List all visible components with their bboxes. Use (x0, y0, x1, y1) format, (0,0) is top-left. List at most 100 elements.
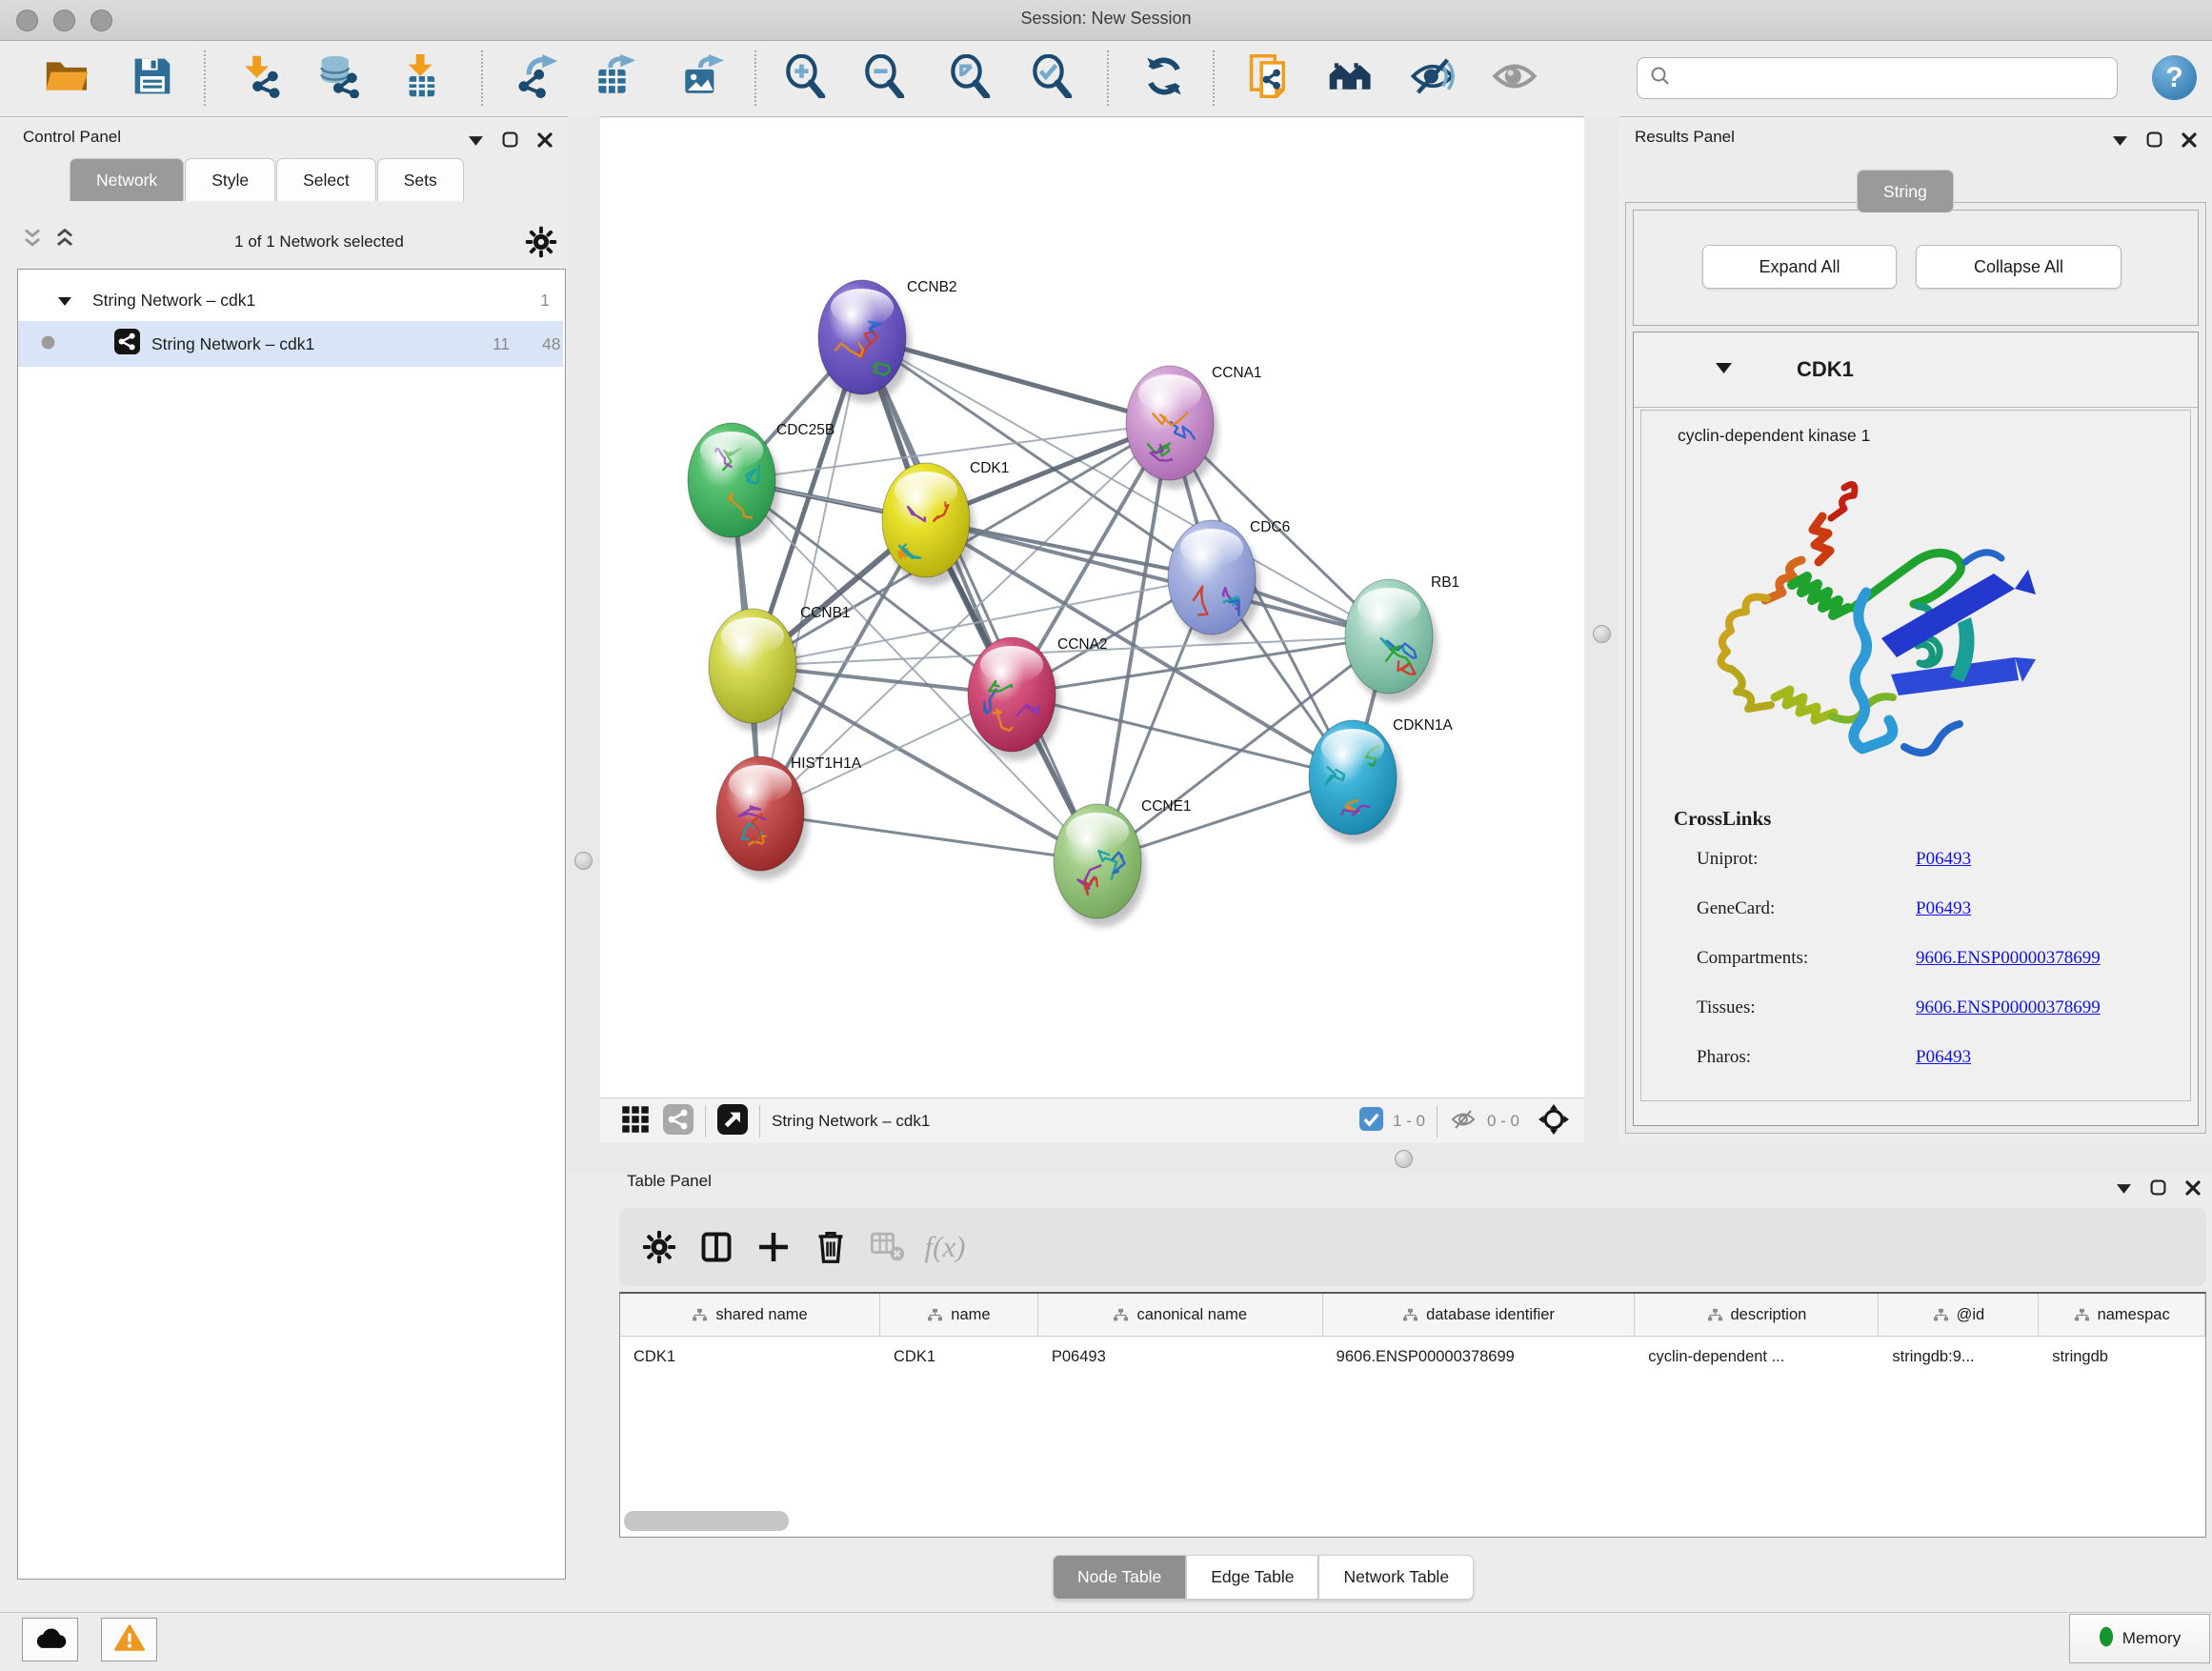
table-horizontal-scrollbar[interactable] (624, 1511, 789, 1531)
zoom-in-button[interactable] (781, 54, 829, 102)
node-label: CDC25B (776, 422, 835, 438)
node-CCNA2[interactable]: CCNA2 (968, 636, 1108, 760)
export-network-button[interactable] (513, 54, 561, 102)
import-database-button[interactable] (316, 54, 364, 102)
clone-network-button[interactable] (1246, 54, 1294, 102)
network-canvas[interactable]: CCNB2 CCNA1 CDC25B CDK1 CDC6 RB1 CCNB1 CCNA2 CDK… (600, 118, 1584, 1097)
home-button[interactable] (1327, 54, 1375, 102)
column-header-canonical-name[interactable]: canonical name (1038, 1294, 1323, 1336)
tab-select[interactable]: Select (276, 158, 376, 201)
crosslink-link[interactable]: 9606.ENSP00000378699 (1916, 948, 2101, 968)
left-splitter[interactable] (568, 116, 600, 1143)
panel-menu-icon[interactable] (469, 133, 483, 151)
export-image-button[interactable] (678, 54, 726, 102)
tab-style[interactable]: Style (185, 158, 275, 201)
table-row[interactable]: CDK1CDK1P064939606.ENSP00000378699cyclin… (620, 1337, 2205, 1377)
column-header-shared-name[interactable]: shared name (620, 1294, 880, 1336)
tab-node-table[interactable]: Node Table (1053, 1555, 1186, 1600)
node-RB1[interactable]: RB1 (1345, 574, 1459, 702)
zoom-fit-button[interactable] (946, 54, 994, 102)
memory-button[interactable]: Memory (2069, 1614, 2210, 1663)
open-session-button[interactable] (42, 54, 90, 102)
selected-checkbox-icon[interactable] (1359, 1107, 1383, 1136)
tab-sets[interactable]: Sets (377, 158, 464, 201)
splitter-grip[interactable] (1395, 1150, 1413, 1168)
zoom-out-button[interactable] (860, 54, 908, 102)
expand-all-tree-button[interactable] (53, 227, 76, 256)
right-splitter[interactable] (1584, 116, 1619, 1143)
column-header-database-identifier[interactable]: database identifier (1323, 1294, 1636, 1336)
edge-CCNB2-HIST1H1A[interactable] (760, 337, 862, 814)
splitter-grip[interactable] (1593, 625, 1611, 643)
tab-string[interactable]: String (1857, 170, 1954, 212)
zoom-selected-button[interactable] (1028, 54, 1076, 102)
node-CCNB1[interactable]: CCNB1 (709, 605, 851, 732)
add-column-button[interactable] (745, 1218, 802, 1276)
crosshair-icon[interactable] (1538, 1104, 1569, 1139)
panel-close-icon[interactable] (537, 132, 553, 152)
node-CCNA1[interactable]: CCNA1 (1126, 365, 1262, 489)
crosslink-link[interactable]: 9606.ENSP00000378699 (1916, 997, 2101, 1017)
collapse-all-button-results[interactable]: Collapse All (1916, 245, 2122, 289)
column-header-description[interactable]: description (1635, 1294, 1879, 1336)
network-collection-row[interactable]: String Network – cdk1 1 (18, 277, 563, 323)
splitter-grip[interactable] (574, 852, 593, 870)
export-table-button[interactable] (592, 54, 639, 102)
column-header-namespac[interactable]: namespac (2039, 1294, 2205, 1336)
tab-network-table[interactable]: Network Table (1318, 1555, 1474, 1600)
node-CCNE1[interactable]: CCNE1 (1054, 798, 1192, 927)
tab-edge-table[interactable]: Edge Table (1186, 1555, 1318, 1600)
node-CCNB2[interactable]: CCNB2 (818, 279, 957, 403)
node-CDK1[interactable]: CDK1 (882, 460, 1009, 586)
import-table-button[interactable] (397, 54, 445, 102)
window-title: Session: New Session (0, 9, 2212, 29)
network-row-selected[interactable]: String Network – cdk1 11 48 (18, 321, 563, 367)
warnings-button[interactable] (101, 1618, 157, 1661)
open-in-window-icon[interactable] (717, 1104, 748, 1139)
import-network-button[interactable] (237, 54, 285, 102)
panel-close-icon[interactable] (2182, 132, 2197, 152)
search-input[interactable] (1672, 68, 2085, 89)
refresh-view-button[interactable] (1140, 54, 1188, 102)
panel-float-icon[interactable] (2150, 1179, 2166, 1200)
network-options-gear-button[interactable] (524, 225, 558, 264)
crosslink-link[interactable]: P06493 (1916, 849, 1971, 869)
panel-close-icon[interactable] (2185, 1180, 2201, 1200)
column-header-name[interactable]: name (880, 1294, 1038, 1336)
horizontal-splitter[interactable] (568, 1143, 2212, 1174)
edge-HIST1H1A-CCNE1[interactable] (760, 814, 1097, 861)
tab-network[interactable]: Network (70, 158, 184, 201)
crosslink-link[interactable]: P06493 (1916, 898, 1971, 918)
table-tabs: Node TableEdge TableNetwork Table (1053, 1555, 1474, 1600)
birdseye-grid-icon[interactable] (621, 1105, 650, 1138)
table-settings-button[interactable] (631, 1218, 688, 1276)
expand-all-button[interactable]: Expand All (1702, 245, 1897, 289)
crosslink-link[interactable]: P06493 (1916, 1047, 1971, 1067)
collapse-section-icon[interactable] (1716, 361, 1732, 378)
save-session-button[interactable] (129, 54, 176, 102)
node-CDKN1A[interactable]: CDKN1A (1309, 717, 1454, 843)
cloud-button[interactable] (22, 1618, 78, 1661)
edge-CCNB2-CCNE1[interactable] (862, 337, 1097, 861)
hide-selected-button[interactable] (1409, 54, 1457, 102)
delete-column-button[interactable] (802, 1218, 859, 1276)
panel-menu-icon[interactable] (2117, 1181, 2131, 1198)
delete-table-button[interactable] (859, 1218, 916, 1276)
hidden-eye-icon[interactable] (1449, 1107, 1478, 1137)
collapse-all-button[interactable] (21, 227, 44, 256)
tree-expander-icon[interactable] (58, 291, 71, 311)
node-CDC6[interactable]: CDC6 (1168, 519, 1290, 643)
panel-menu-icon[interactable] (2113, 133, 2127, 151)
network-share-icon[interactable] (663, 1104, 694, 1139)
show-all-button[interactable] (1491, 54, 1538, 102)
column-header--id[interactable]: @id (1879, 1294, 2039, 1336)
panel-float-icon[interactable] (502, 131, 518, 152)
selected-count-label: 1 - 0 (1393, 1112, 1425, 1131)
show-columns-button[interactable] (688, 1218, 745, 1276)
help-button[interactable]: ? (2152, 55, 2197, 100)
function-builder-button[interactable]: f(x) (916, 1218, 974, 1276)
protein-header-row[interactable]: CDK1 (1634, 332, 2198, 408)
panel-float-icon[interactable] (2146, 131, 2162, 152)
refresh-icon (1142, 54, 1186, 103)
node-HIST1H1A[interactable]: HIST1H1A (716, 755, 862, 879)
